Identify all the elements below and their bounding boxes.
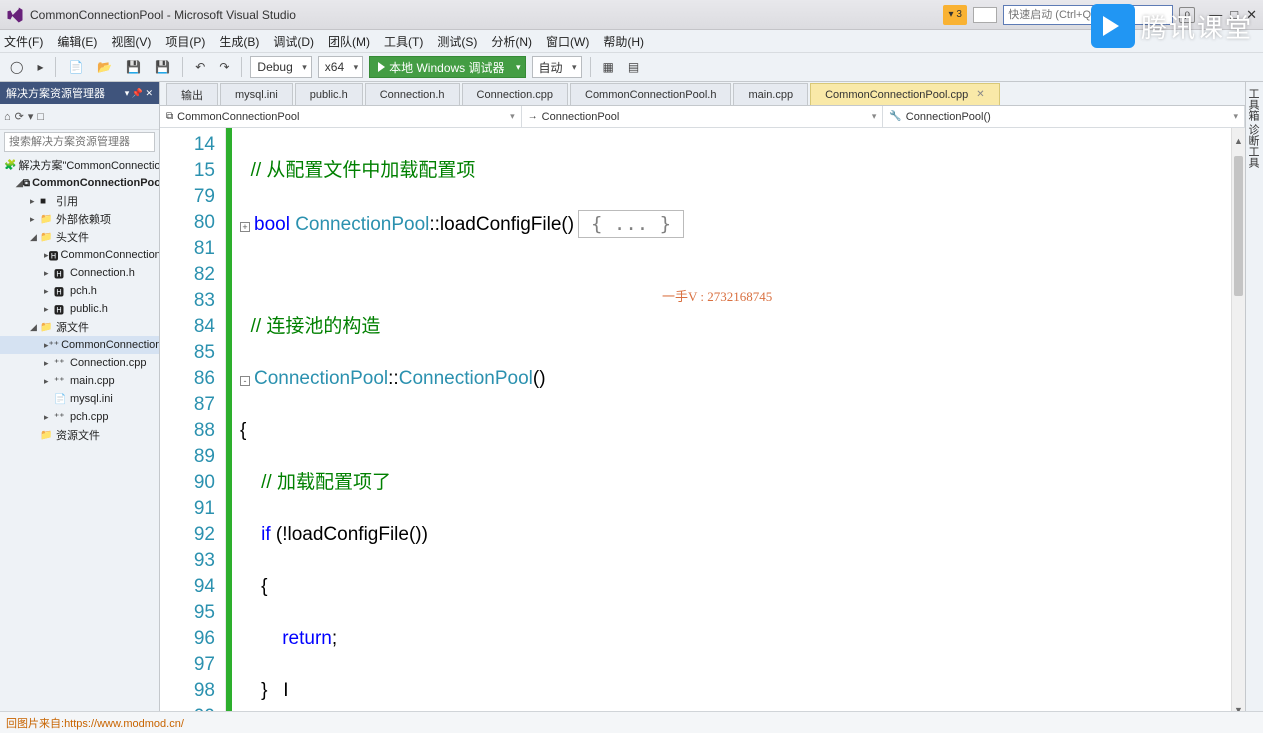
open-icon[interactable]: 📂 bbox=[93, 58, 116, 76]
solution-tree: 🧩解决方案"CommonConnectionPool" ◢⧉CommonConn… bbox=[0, 154, 159, 711]
resources-folder[interactable]: 📁资源文件 bbox=[0, 426, 159, 444]
solution-explorer-header: 解决方案资源管理器 ▾ 📌 ✕ bbox=[0, 82, 159, 104]
footer-source: 回图片来自:https://www.modmod.cn/ bbox=[0, 711, 1263, 733]
solution-explorer-title: 解决方案资源管理器 bbox=[6, 85, 105, 101]
show-all-icon[interactable]: □ bbox=[37, 111, 44, 123]
code-navbar: ⧉CommonConnectionPool →ConnectionPool 🔧C… bbox=[160, 106, 1245, 128]
auto-dropdown[interactable]: 自动 bbox=[532, 56, 582, 78]
solution-search-input[interactable] bbox=[4, 132, 155, 152]
nav-fwd-icon[interactable]: ▸ bbox=[33, 58, 47, 76]
undo-icon[interactable]: ↶ bbox=[191, 58, 209, 76]
save-icon[interactable]: 💾 bbox=[122, 58, 145, 76]
ext-node[interactable]: ▸📁外部依赖项 bbox=[0, 210, 159, 228]
vertical-scrollbar[interactable]: ▲ ▼ bbox=[1231, 128, 1245, 711]
minimize-button[interactable]: — bbox=[1209, 7, 1222, 23]
close-icon[interactable]: ✕ bbox=[976, 89, 984, 100]
notification-badge[interactable]: ▾ 3 bbox=[943, 5, 967, 25]
solution-explorer: 解决方案资源管理器 ▾ 📌 ✕ ⌂ ⟳ ▾ □ 🧩解决方案"CommonConn… bbox=[0, 82, 160, 711]
vs-logo-icon bbox=[6, 6, 24, 24]
tool-icon[interactable]: ▦ bbox=[599, 58, 618, 76]
tree-item-active[interactable]: ▸⁺⁺CommonConnectionPool.cpp bbox=[0, 336, 159, 354]
menubar: 文件(F) 编辑(E) 视图(V) 项目(P) 生成(B) 调试(D) 团队(M… bbox=[0, 30, 1263, 52]
scroll-down-icon[interactable]: ▼ bbox=[1232, 697, 1245, 711]
scope-dropdown[interactable]: ⧉CommonConnectionPool bbox=[160, 106, 522, 127]
solution-toolbar: ⌂ ⟳ ▾ □ bbox=[0, 104, 159, 130]
tab-file[interactable]: main.cpp bbox=[733, 83, 808, 105]
source-text[interactable]: // 从配置文件中加载配置项 +bool ConnectionPool::loa… bbox=[232, 128, 1245, 711]
tab-file[interactable]: Connection.h bbox=[365, 83, 460, 105]
sync-icon[interactable] bbox=[973, 7, 997, 23]
maximize-button[interactable]: □ bbox=[1230, 7, 1238, 23]
menu-tools[interactable]: 工具(T) bbox=[384, 33, 423, 50]
tab-file[interactable]: mysql.ini bbox=[220, 83, 293, 105]
window-title: CommonConnectionPool - Microsoft Visual … bbox=[30, 8, 943, 22]
menu-file[interactable]: 文件(F) bbox=[4, 33, 43, 50]
scroll-thumb[interactable] bbox=[1234, 156, 1243, 296]
platform-dropdown[interactable]: x64 bbox=[318, 56, 363, 78]
menu-analyze[interactable]: 分析(N) bbox=[491, 33, 532, 50]
solution-node[interactable]: 🧩解决方案"CommonConnectionPool" bbox=[0, 156, 159, 174]
tree-item[interactable]: ▸⁺⁺main.cpp bbox=[0, 372, 159, 390]
refs-node[interactable]: ▸■引用 bbox=[0, 192, 159, 210]
tab-file[interactable]: Connection.cpp bbox=[462, 83, 568, 105]
right-panel-tabs[interactable]: 工具箱 诊断工具 bbox=[1245, 82, 1263, 711]
sources-folder[interactable]: ◢📁源文件 bbox=[0, 318, 159, 336]
tool-icon[interactable]: ▤ bbox=[624, 58, 643, 76]
tree-item[interactable]: 📄mysql.ini bbox=[0, 390, 159, 408]
menu-build[interactable]: 生成(B) bbox=[219, 33, 259, 50]
tree-item[interactable]: ▸⁺⁺pch.cpp bbox=[0, 408, 159, 426]
tab-file-active[interactable]: CommonConnectionPool.cpp✕ bbox=[810, 83, 999, 105]
feedback-icon[interactable]: ρ bbox=[1179, 7, 1195, 23]
menu-window[interactable]: 窗口(W) bbox=[546, 33, 589, 50]
headers-folder[interactable]: ◢📁头文件 bbox=[0, 228, 159, 246]
nav-back-icon[interactable]: ◯ bbox=[6, 58, 27, 76]
titlebar: CommonConnectionPool - Microsoft Visual … bbox=[0, 0, 1263, 30]
menu-edit[interactable]: 编辑(E) bbox=[57, 33, 97, 50]
start-debug-button[interactable]: 本地 Windows 调试器 bbox=[369, 56, 525, 78]
tab-file[interactable]: CommonConnectionPool.h bbox=[570, 83, 731, 105]
tree-item[interactable]: ▸🅷CommonConnectionPool.h bbox=[0, 246, 159, 264]
menu-team[interactable]: 团队(M) bbox=[328, 33, 370, 50]
menu-project[interactable]: 项目(P) bbox=[165, 33, 205, 50]
pin-icon[interactable]: ▾ 📌 ✕ bbox=[125, 88, 153, 99]
tree-item[interactable]: ▸⁺⁺Connection.cpp bbox=[0, 354, 159, 372]
quick-launch-input[interactable] bbox=[1003, 5, 1173, 25]
tree-item[interactable]: ▸🅷pch.h bbox=[0, 282, 159, 300]
save-all-icon[interactable]: 💾 bbox=[151, 58, 174, 76]
scroll-up-icon[interactable]: ▲ bbox=[1232, 128, 1245, 142]
menu-help[interactable]: 帮助(H) bbox=[603, 33, 644, 50]
close-button[interactable]: ✕ bbox=[1246, 7, 1257, 23]
tree-item[interactable]: ▸🅷public.h bbox=[0, 300, 159, 318]
line-gutter: 1415798081828384858687888990919293949596… bbox=[160, 128, 226, 711]
menu-test[interactable]: 测试(S) bbox=[437, 33, 477, 50]
refresh-icon[interactable]: ⟳ bbox=[15, 110, 24, 123]
redo-icon[interactable]: ↷ bbox=[215, 58, 233, 76]
document-tabs: 输出 mysql.ini public.h Connection.h Conne… bbox=[160, 82, 1245, 106]
config-dropdown[interactable]: Debug bbox=[250, 56, 311, 78]
collapse-icon[interactable]: ▾ bbox=[28, 110, 34, 123]
menu-debug[interactable]: 调试(D) bbox=[273, 33, 314, 50]
home-icon[interactable]: ⌂ bbox=[4, 111, 11, 123]
class-dropdown[interactable]: →ConnectionPool bbox=[522, 106, 884, 127]
member-dropdown[interactable]: 🔧ConnectionPool() bbox=[883, 106, 1245, 127]
menu-view[interactable]: 视图(V) bbox=[111, 33, 151, 50]
code-area[interactable]: 1415798081828384858687888990919293949596… bbox=[160, 128, 1245, 711]
tab-output[interactable]: 输出 bbox=[166, 83, 218, 105]
tree-item[interactable]: ▸🅷Connection.h bbox=[0, 264, 159, 282]
watermark-text: 一手V : 2732168745 bbox=[662, 284, 772, 310]
tab-file[interactable]: public.h bbox=[295, 83, 363, 105]
editor-region: 输出 mysql.ini public.h Connection.h Conne… bbox=[160, 82, 1245, 711]
toolbar: ◯ ▸ 📄 📂 💾 💾 ↶ ↷ Debug x64 本地 Windows 调试器… bbox=[0, 52, 1263, 82]
new-file-icon[interactable]: 📄 bbox=[64, 58, 87, 76]
project-node[interactable]: ◢⧉CommonConnectionPool bbox=[0, 174, 159, 192]
